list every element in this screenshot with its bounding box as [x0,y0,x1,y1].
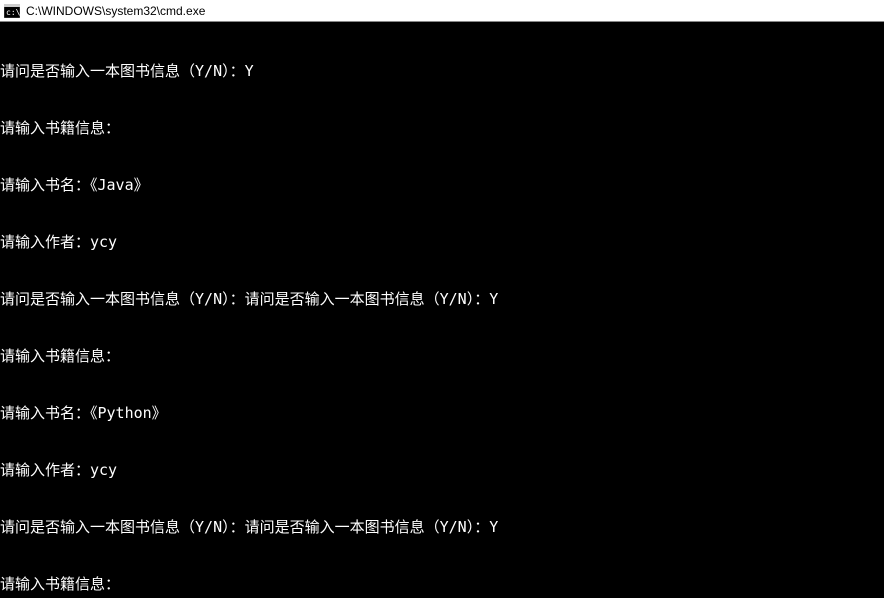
terminal-line: 请输入作者：ycy [0,461,884,480]
terminal-line: 请问是否输入一本图书信息（Y/N）：请问是否输入一本图书信息（Y/N）：Y [0,518,884,537]
terminal-line: 请输入书籍信息： [0,347,884,366]
terminal-line: 请输入书籍信息： [0,119,884,138]
title-bar[interactable]: c:\ C:\WINDOWS\system32\cmd.exe [0,0,884,22]
terminal-line: 请输入书名：《Java》 [0,176,884,195]
terminal-line: 请输入书籍信息： [0,575,884,594]
terminal-line: 请输入书名：《Python》 [0,404,884,423]
cmd-window: c:\ C:\WINDOWS\system32\cmd.exe 请问是否输入一本… [0,0,884,598]
svg-text:c:\: c:\ [6,8,20,17]
terminal-line: 请问是否输入一本图书信息（Y/N）：Y [0,62,884,81]
terminal-output[interactable]: 请问是否输入一本图书信息（Y/N）：Y 请输入书籍信息： 请输入书名：《Java… [0,22,884,598]
terminal-line: 请问是否输入一本图书信息（Y/N）：请问是否输入一本图书信息（Y/N）：Y [0,290,884,309]
cmd-icon: c:\ [4,4,20,18]
window-title: C:\WINDOWS\system32\cmd.exe [26,4,205,18]
terminal-line: 请输入作者：ycy [0,233,884,252]
